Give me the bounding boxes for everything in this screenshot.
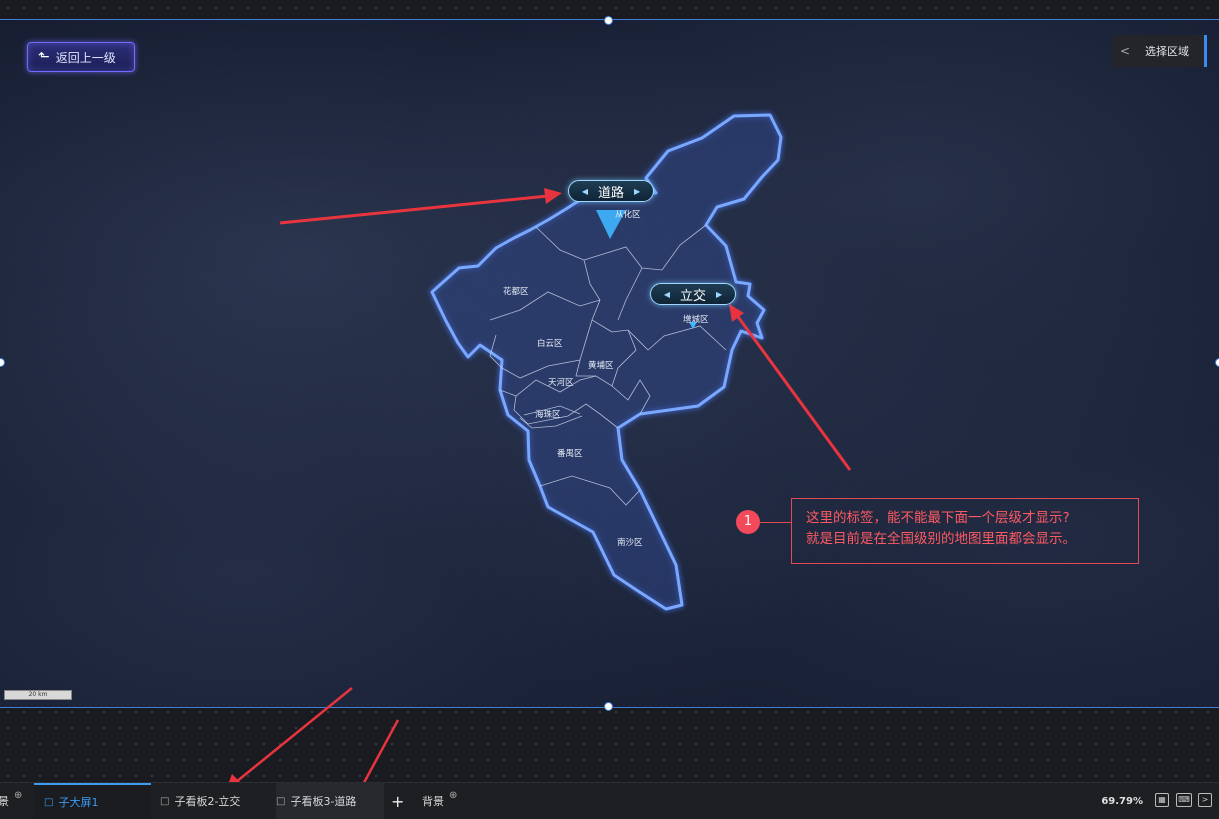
arrow-left-icon: ◀ [581, 186, 588, 196]
district-label: 南沙区 [617, 538, 643, 548]
tab-label: 子大屏1 [58, 796, 99, 809]
selection-handle[interactable] [604, 16, 613, 25]
plus-circle-icon[interactable]: ⊕ [14, 790, 22, 801]
tab-sub-board-2[interactable]: □ 子看板2-立交 [160, 783, 268, 819]
annotation-connector [760, 522, 791, 523]
tab-sub-board-3[interactable]: □ 子看板3-道路 [276, 783, 384, 819]
arrow-left-icon: ◀ [663, 289, 670, 299]
keyboard-icon[interactable]: ⌨ [1176, 793, 1192, 807]
plus-icon: + [391, 791, 405, 811]
district-label: 增城区 [683, 315, 709, 325]
district-label: 海珠区 [535, 410, 561, 420]
tab-background[interactable]: 背景 ⊕ [422, 783, 468, 819]
tab-background-prev[interactable]: 景 ⊕ [0, 783, 32, 819]
annotation-note: 这里的标签，能不能最下面一个层级才显示? 就是目前是在全国级别的地图里面都会显示… [791, 498, 1139, 564]
district-label: 黄埔区 [588, 361, 614, 371]
fit-screen-icon[interactable]: ▦ [1155, 793, 1169, 807]
monitor-icon: □ [276, 795, 286, 807]
back-arrow-icon: ⬑ [38, 49, 50, 65]
monitor-icon: □ [160, 795, 170, 807]
district-label: 番禺区 [557, 449, 583, 459]
selection-handle[interactable] [1215, 358, 1219, 367]
interchange-label[interactable]: ◀ 立交 ▶ [650, 283, 736, 305]
arrow-right-icon: ▶ [634, 186, 641, 196]
arrow-road [279, 194, 549, 225]
select-region-panel[interactable]: < 选择区域 [1113, 35, 1207, 67]
selection-handle[interactable] [604, 702, 613, 711]
road-label[interactable]: ◀ 道路 ▶ [568, 180, 654, 202]
district-label: 从化区 [615, 210, 641, 220]
arrow-right-icon: ▶ [716, 289, 723, 299]
tab-label: 景 [0, 795, 9, 808]
terminal-icon[interactable]: > [1198, 793, 1212, 807]
annotation-line-2: 就是目前是在全国级别的地图里面都会显示。 [806, 531, 1076, 547]
district-label: 天河区 [548, 378, 574, 388]
back-up-label: 返回上一级 [55, 50, 116, 65]
select-region-label: 选择区域 [1145, 45, 1189, 58]
district-label: 白云区 [537, 339, 563, 349]
zoom-level[interactable]: 69.79% [1101, 783, 1143, 819]
annotation-number-badge: 1 [736, 510, 760, 534]
interchange-label-text: 立交 [679, 288, 706, 304]
annotation-line-1: 这里的标签，能不能最下面一个层级才显示? [806, 510, 1070, 526]
map-canvas[interactable]: ⬑ 返回上一级 < 选择区域 ◀ 道路 ▶ ◀ 立交 ▶ 从化区 花都区 增城区… [0, 19, 1219, 708]
tab-bar: 景 ⊕ □ 子大屏1 □ 子看板2-立交 □ 子看板3-道路 + 背景 ⊕ 69… [0, 782, 1219, 819]
tab-label: 子看板3-道路 [290, 795, 357, 808]
tab-label: 子看板2-立交 [174, 795, 241, 808]
plus-circle-icon[interactable]: ⊕ [449, 790, 457, 801]
district-label: 花都区 [503, 287, 529, 297]
scale-bar: 20 km [4, 690, 72, 700]
tab-label: 背景 [422, 795, 444, 808]
add-tab-button[interactable]: + [391, 783, 407, 819]
road-label-text: 道路 [597, 185, 624, 201]
tab-sub-screen-1[interactable]: □ 子大屏1 [34, 783, 151, 819]
monitor-icon: □ [44, 796, 54, 808]
chevron-left-icon[interactable]: < [1113, 44, 1137, 58]
arrow-interchange [734, 313, 852, 471]
back-up-button[interactable]: ⬑ 返回上一级 [27, 42, 135, 72]
